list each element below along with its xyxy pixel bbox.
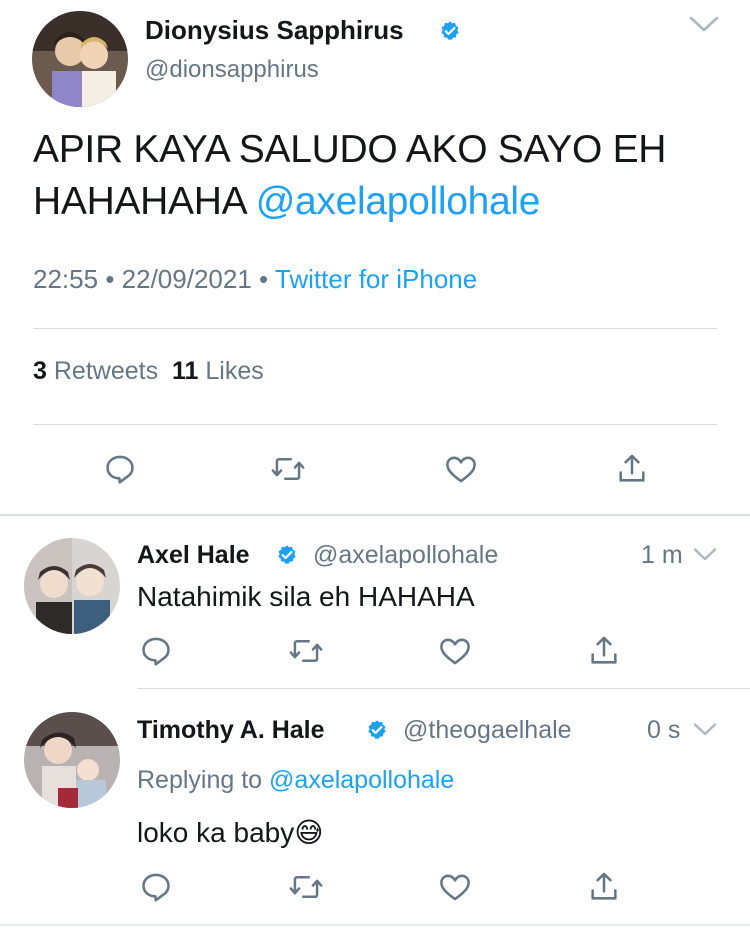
likes-stat[interactable]: 11 Likes: [172, 357, 264, 385]
reply-text: loko ka baby😅: [137, 815, 323, 851]
retweet-icon[interactable]: [288, 870, 324, 904]
retweet-icon[interactable]: [288, 634, 324, 668]
author-name[interactable]: Dionysius Sapphirus: [145, 15, 404, 45]
chevron-down-icon[interactable]: [693, 722, 717, 737]
divider: [33, 328, 717, 329]
likes-label: Likes: [205, 357, 264, 385]
heart-icon[interactable]: [443, 452, 479, 486]
reply-time: 0 s: [647, 716, 681, 744]
reply-author-handle[interactable]: @axelapollohale: [313, 540, 498, 570]
replying-to-mention[interactable]: @axelapollohale: [269, 766, 454, 794]
avatar[interactable]: [32, 11, 128, 107]
tweet-time: 22:55: [33, 264, 99, 294]
retweets-label: Retweets: [53, 357, 159, 385]
tweet-text: APIR KAYA SALUDO AKO SAYO EH HAHAHAHA @a…: [33, 124, 733, 228]
chevron-down-icon[interactable]: [689, 15, 719, 33]
engagement-stats: 3 Retweets 11 Likes: [33, 356, 264, 386]
verified-badge-icon: [366, 719, 388, 746]
share-icon[interactable]: [587, 633, 621, 669]
retweet-icon[interactable]: [270, 452, 306, 486]
divider: [137, 688, 750, 689]
reply-author-name[interactable]: Axel Hale: [137, 540, 250, 570]
chevron-down-icon[interactable]: [693, 547, 717, 562]
retweets-count: 3: [33, 357, 47, 385]
section-divider: [0, 514, 750, 516]
replying-to: Replying to @axelapollohale: [137, 765, 454, 795]
heart-icon[interactable]: [437, 634, 473, 668]
reply-icon[interactable]: [139, 870, 173, 904]
likes-count: 11: [171, 357, 199, 385]
tweet-meta: 22:55 • 22/09/2021 • Twitter for iPhone: [33, 264, 477, 294]
verified-badge-icon: [439, 20, 461, 47]
tweet-date: 22/09/2021: [121, 264, 252, 294]
heart-icon[interactable]: [437, 870, 473, 904]
share-icon[interactable]: [615, 451, 649, 487]
replying-to-label: Replying to: [137, 766, 263, 794]
reply-text: Natahimik sila eh HAHAHA: [137, 581, 475, 612]
sweat-smile-emoji: 😅: [294, 817, 324, 848]
mention-link[interactable]: @axelapollohale: [256, 180, 541, 223]
avatar-photo: [24, 538, 120, 634]
avatar[interactable]: [24, 538, 120, 634]
avatar-photo: [24, 712, 120, 808]
reply-time: 1 m: [641, 541, 683, 569]
tweet-text-line1: APIR KAYA SALUDO AKO SAYO EH: [33, 128, 667, 171]
avatar[interactable]: [24, 712, 120, 808]
verified-badge-icon: [276, 544, 298, 571]
reply-icon[interactable]: [139, 634, 173, 668]
reply-author-handle[interactable]: @theogaelhale: [403, 715, 572, 745]
reply-text-content: loko ka baby: [137, 817, 295, 848]
author-handle[interactable]: @dionsapphirus: [145, 56, 319, 84]
tweet-text-line2: HAHAHAHA @axelapollohale: [33, 176, 733, 228]
retweets-stat[interactable]: 3 Retweets: [33, 357, 158, 385]
share-icon[interactable]: [587, 869, 621, 905]
meta-separator: •: [259, 264, 269, 294]
meta-separator: •: [105, 264, 115, 294]
divider: [33, 424, 717, 425]
tweet-text-line2-prefix: HAHAHAHA: [33, 180, 256, 223]
avatar-photo: [32, 11, 128, 107]
tweet-source-link[interactable]: Twitter for iPhone: [275, 264, 477, 294]
reply-author-name[interactable]: Timothy A. Hale: [137, 715, 325, 745]
reply-icon[interactable]: [103, 452, 137, 486]
bottom-divider: [0, 924, 750, 926]
